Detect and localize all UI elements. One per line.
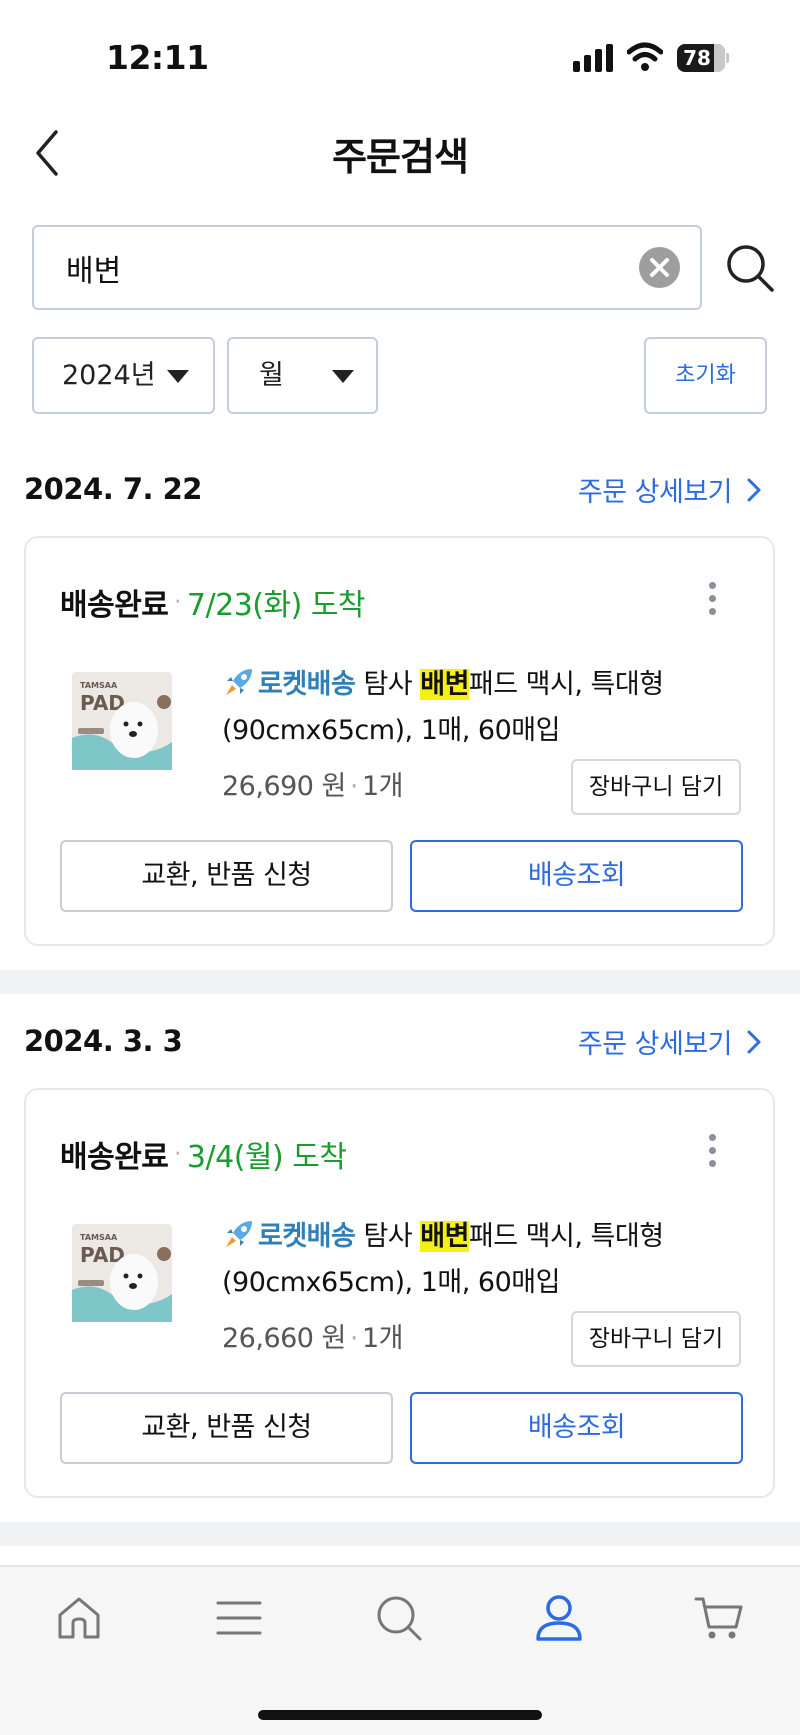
product-title[interactable]: 로켓배송 탐사 배변패드 맥시, 특대형 (90cmx65cm), 1매, 60… — [222, 1214, 742, 1306]
order-date: 2024. 3. 3 — [24, 1024, 183, 1058]
price: 26,660 원 — [222, 1323, 346, 1354]
delivery-tracking-button[interactable]: 배송조회 — [410, 1392, 743, 1464]
rocket-delivery-label: 로켓배송 — [258, 669, 356, 700]
search-icon[interactable] — [374, 1593, 424, 1643]
search-highlight: 배변 — [420, 1221, 469, 1252]
more-options-icon[interactable] — [709, 582, 717, 616]
year-select-value: 2024년 — [62, 360, 156, 391]
chevron-right-icon — [747, 1030, 761, 1053]
order-detail-label: 주문 상세보기 — [577, 1029, 733, 1060]
product-title-text: 탐사 — [363, 1221, 421, 1252]
search-box[interactable] — [32, 225, 702, 310]
search-input[interactable] — [66, 227, 626, 308]
battery-level: 78 — [683, 46, 711, 70]
delivery-status: 배송완료 · 7/23(화) 도착 — [60, 580, 366, 624]
price: 26,690 원 — [222, 771, 346, 802]
menu-icon[interactable] — [214, 1593, 264, 1643]
product-thumbnail[interactable]: TAMSAA PAD — [66, 668, 178, 778]
rocket-delivery-label: 로켓배송 — [258, 1221, 356, 1252]
search-highlight: 배변 — [420, 669, 469, 700]
cart-icon[interactable] — [694, 1593, 744, 1643]
add-to-cart-button[interactable]: 장바구니 담기 — [571, 1311, 741, 1367]
order-detail-link[interactable]: 주문 상세보기 — [578, 1022, 762, 1061]
section-divider — [0, 970, 800, 994]
rocket-icon — [226, 669, 252, 695]
thumb-brand: TAMSAA — [80, 1233, 118, 1242]
signal-icon — [573, 44, 613, 72]
delivery-status: 배송완료 · 3/4(월) 도착 — [60, 1132, 347, 1176]
product-title-text: 탐사 — [363, 669, 421, 700]
user-icon[interactable] — [534, 1593, 584, 1643]
order-detail-link[interactable]: 주문 상세보기 — [578, 470, 762, 509]
search-icon[interactable] — [724, 242, 776, 294]
bottom-nav — [0, 1565, 800, 1735]
home-icon[interactable] — [54, 1593, 104, 1643]
delivery-tracking-button[interactable]: 배송조회 — [410, 840, 743, 912]
wifi-icon — [627, 42, 663, 71]
caret-down-icon — [167, 370, 189, 383]
year-select[interactable]: 2024년 — [32, 337, 215, 414]
reset-button[interactable]: 초기화 — [644, 337, 767, 414]
caret-down-icon — [332, 370, 354, 383]
order-card: 배송완료 · 7/23(화) 도착 TAMSAA PAD 로켓배송 탐사 배변패… — [24, 536, 775, 946]
order-date: 2024. 7. 22 — [24, 472, 202, 506]
order-card: 배송완료 · 3/4(월) 도착 TAMSAA PAD 로켓배송 탐사 배변패드… — [24, 1088, 775, 1498]
rocket-icon — [226, 1221, 252, 1247]
product-thumbnail[interactable]: TAMSAA PAD — [66, 1220, 178, 1330]
month-select[interactable]: 월 — [227, 337, 378, 414]
status-time: 12:11 — [106, 38, 209, 77]
quantity: 1개 — [362, 1323, 404, 1354]
section-divider — [0, 1522, 800, 1546]
clear-icon[interactable] — [639, 247, 680, 288]
status-label: 배송완료 — [60, 588, 169, 623]
price-line: 26,660 원 · 1개 — [222, 1323, 404, 1354]
chevron-right-icon — [747, 478, 761, 501]
add-to-cart-button[interactable]: 장바구니 담기 — [571, 759, 741, 815]
month-select-value: 월 — [259, 360, 284, 391]
status-label: 배송완료 — [60, 1140, 169, 1175]
status-bar: 12:11 78 — [0, 0, 800, 100]
more-options-icon[interactable] — [709, 1134, 717, 1168]
exchange-return-button[interactable]: 교환, 반품 신청 — [60, 840, 393, 912]
page-title: 주문검색 — [332, 135, 469, 179]
exchange-return-button[interactable]: 교환, 반품 신청 — [60, 1392, 393, 1464]
thumb-brand: TAMSAA — [80, 681, 118, 690]
home-indicator — [258, 1710, 542, 1720]
order-detail-label: 주문 상세보기 — [577, 477, 733, 508]
battery-indicator: 78 — [677, 44, 729, 72]
arrival-text: 7/23(화) 도착 — [186, 588, 366, 623]
product-title[interactable]: 로켓배송 탐사 배변패드 맥시, 특대형 (90cmx65cm), 1매, 60… — [222, 662, 742, 754]
quantity: 1개 — [362, 771, 404, 802]
arrival-text: 3/4(월) 도착 — [186, 1140, 347, 1175]
price-line: 26,690 원 · 1개 — [222, 771, 404, 802]
